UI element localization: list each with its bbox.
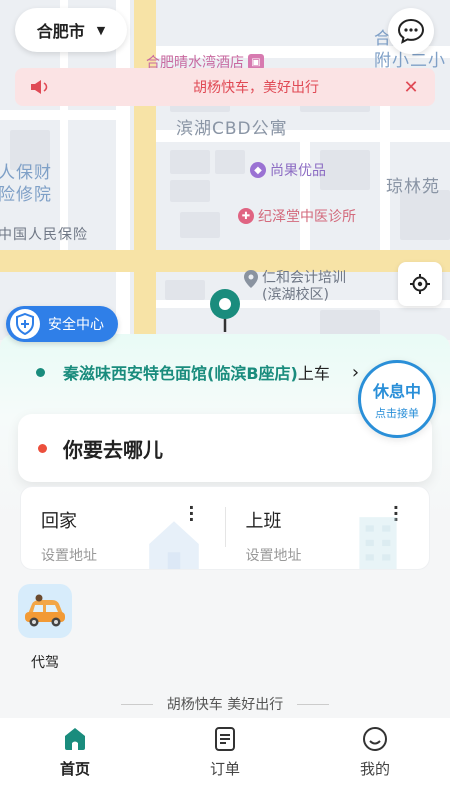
tab-home[interactable]: 首页 xyxy=(0,718,150,784)
bottom-tab-bar: 首页 订单 我的 xyxy=(0,718,450,784)
map-road xyxy=(0,250,450,272)
status-subtitle: 点击接单 xyxy=(375,406,419,420)
home-indicator xyxy=(0,784,450,800)
map-label-cbd: 滨湖CBD公寓 xyxy=(176,119,288,139)
caret-down-icon: ▼ xyxy=(96,23,106,37)
speaker-icon xyxy=(31,80,48,94)
home-icon xyxy=(65,728,85,750)
footer-slogan: 胡杨快车 美好出行 xyxy=(0,694,450,714)
tab-home-label: 首页 xyxy=(59,760,90,778)
shield-icon xyxy=(10,309,40,339)
pickup-location[interactable]: 秦滋味西安特色面馆(临滨B座店) 上车 › xyxy=(36,360,359,384)
map-building xyxy=(170,150,210,174)
notice-text: 胡杨快车，美好出行 xyxy=(193,80,319,96)
tab-profile-label: 我的 xyxy=(359,760,390,778)
slogan-line-left xyxy=(120,703,153,705)
locate-button[interactable] xyxy=(398,262,442,306)
place-home[interactable]: 回家 设置地址 · · · xyxy=(21,487,225,569)
rest-status-button[interactable]: 休息中 点击接单 xyxy=(358,360,436,438)
status-title: 休息中 xyxy=(372,381,421,401)
car-icon xyxy=(18,584,72,638)
pickup-suffix: 上车 xyxy=(297,364,330,383)
service-label: 代驾 xyxy=(31,655,59,671)
map-building xyxy=(215,150,245,174)
tab-orders[interactable]: 订单 xyxy=(150,718,300,784)
city-name: 合肥市 xyxy=(36,22,85,41)
crosshair-icon xyxy=(410,274,430,294)
notice-bar: 胡杨快车，美好出行 ✕ xyxy=(15,68,435,106)
slogan-line-right xyxy=(297,703,330,705)
pickup-dot xyxy=(36,367,45,377)
shop-icon: ◆ xyxy=(250,162,266,178)
destination-dot xyxy=(38,443,47,453)
clinic-icon: ✚ xyxy=(238,208,254,224)
current-location-marker xyxy=(210,289,240,332)
tab-profile[interactable]: 我的 xyxy=(300,718,450,784)
close-icon[interactable]: ✕ xyxy=(401,77,421,98)
map-label-insurance: 中国人民保险 xyxy=(0,227,88,243)
slogan-text: 胡杨快车 美好出行 xyxy=(166,697,284,713)
tab-orders-label: 订单 xyxy=(209,760,240,778)
map-label-hospital: 人保财 险修院 xyxy=(0,163,52,205)
house-icon xyxy=(148,521,199,569)
safety-center-button[interactable]: 安全中心 xyxy=(6,306,118,342)
city-selector[interactable]: 合肥市 ▼ xyxy=(15,8,127,52)
chat-bubble-icon xyxy=(397,18,425,44)
map-road xyxy=(134,0,156,340)
smiley-icon xyxy=(363,727,387,751)
service-designated-driver[interactable]: 代驾 xyxy=(18,584,72,672)
map-building xyxy=(400,190,450,240)
map-label-garden: 琼林苑 xyxy=(386,177,440,197)
map-building xyxy=(180,212,220,238)
pickup-address: 秦滋味西安特色面馆(临滨B座店) xyxy=(63,364,298,383)
safety-label: 安全中心 xyxy=(48,317,104,333)
destination-prompt: 你要去哪儿 xyxy=(63,437,163,462)
map-poi-clinic: ✚ 纪泽堂中医诊所 xyxy=(238,206,356,226)
map-building xyxy=(165,280,205,300)
map-poi-shop: ◆ 尚果优品 xyxy=(250,160,326,180)
place-work[interactable]: 上班 设置地址 ··· xyxy=(226,487,430,569)
map-building xyxy=(320,310,380,336)
chevron-right-icon: › xyxy=(351,361,360,383)
training-line1: 仁和会计培训 xyxy=(262,270,346,286)
map-poi-training: 仁和会计培训 (滨湖校区) xyxy=(244,270,346,304)
saved-places: 回家 设置地址 ··· 上班 设置地址 ··· xyxy=(20,486,430,570)
map-building xyxy=(170,180,210,202)
map-road xyxy=(300,140,310,250)
message-button[interactable] xyxy=(388,8,434,54)
map-road xyxy=(0,110,116,120)
order-list-icon xyxy=(215,727,235,751)
map-building xyxy=(320,150,370,190)
location-pin-icon xyxy=(244,270,258,288)
training-line2: (滨湖校区) xyxy=(262,287,329,303)
map-road xyxy=(116,0,130,340)
office-building-icon xyxy=(359,517,397,569)
